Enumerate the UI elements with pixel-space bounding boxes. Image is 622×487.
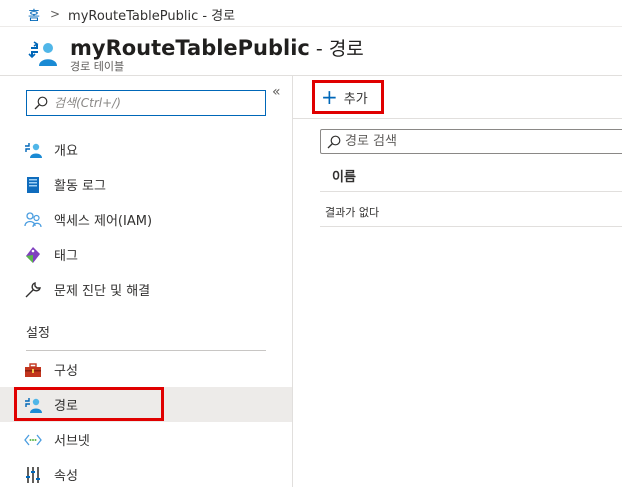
routes-highlight-box: [14, 387, 164, 421]
divider: [320, 191, 622, 192]
sidebar-item-access-control[interactable]: 액세스 제어(IAM): [0, 202, 292, 237]
add-route-button[interactable]: + 추가: [312, 80, 384, 114]
breadcrumb-current: myRouteTablePublic - 경로: [68, 8, 236, 24]
access-control-icon: [24, 211, 42, 229]
divider: [292, 76, 293, 487]
sidebar-item-label: 활동 로그: [54, 179, 106, 194]
tag-icon: [24, 246, 42, 264]
page-subtitle: 경로 테이블: [70, 60, 125, 73]
empty-message: 결과가 없다: [325, 206, 380, 219]
divider: [0, 75, 622, 76]
plus-icon: +: [321, 85, 338, 109]
search-icon: [327, 135, 341, 148]
search-icon: [34, 96, 48, 110]
breadcrumb: 홈 > myRouteTablePublic - 경로: [28, 4, 235, 24]
route-table-icon: [28, 40, 58, 68]
sidebar-item-overview[interactable]: 개요: [0, 132, 292, 167]
sidebar-item-properties[interactable]: 속성: [0, 457, 292, 487]
route-search-input[interactable]: [345, 134, 605, 149]
sidebar-item-diagnose[interactable]: 문제 진단 및 해결: [0, 272, 292, 307]
sidebar-search[interactable]: [26, 90, 266, 116]
sidebar-item-label: 속성: [54, 469, 78, 484]
sidebar-item-label: 문제 진단 및 해결: [54, 284, 151, 299]
add-button-label: 추가: [343, 91, 368, 107]
subnet-icon: [24, 431, 42, 449]
page-title-suffix: - 경로: [309, 38, 364, 60]
breadcrumb-separator: >: [49, 7, 61, 21]
collapse-sidebar-button[interactable]: «: [272, 84, 281, 100]
route-search[interactable]: [320, 129, 622, 154]
properties-icon: [24, 466, 42, 484]
wrench-icon: [24, 281, 42, 299]
toolbox-icon: [24, 361, 42, 379]
page-title: myRouteTablePublic - 경로: [70, 34, 364, 61]
sidebar-item-label: 태그: [54, 249, 78, 264]
sidebar-item-activity-log[interactable]: 활동 로그: [0, 167, 292, 202]
sidebar-item-configuration[interactable]: 구성: [0, 352, 292, 387]
activity-log-icon: [24, 176, 42, 194]
column-header-name[interactable]: 이름: [332, 166, 356, 185]
section-title-settings: 설정: [26, 326, 50, 341]
divider: [320, 226, 622, 227]
overview-icon: [24, 141, 42, 159]
divider: [293, 118, 622, 119]
page-title-name: myRouteTablePublic: [70, 36, 310, 60]
sidebar-item-label: 서브넷: [54, 434, 90, 449]
divider: [0, 26, 622, 27]
sidebar-item-tags[interactable]: 태그: [0, 237, 292, 272]
sidebar-item-subnets[interactable]: 서브넷: [0, 422, 292, 457]
sidebar-item-label: 개요: [54, 144, 78, 159]
divider: [26, 350, 266, 351]
sidebar-search-input[interactable]: [54, 96, 254, 110]
sidebar-item-label: 액세스 제어(IAM): [54, 214, 153, 229]
breadcrumb-home-link[interactable]: 홈: [28, 5, 40, 24]
sidebar-item-label: 구성: [54, 364, 78, 379]
